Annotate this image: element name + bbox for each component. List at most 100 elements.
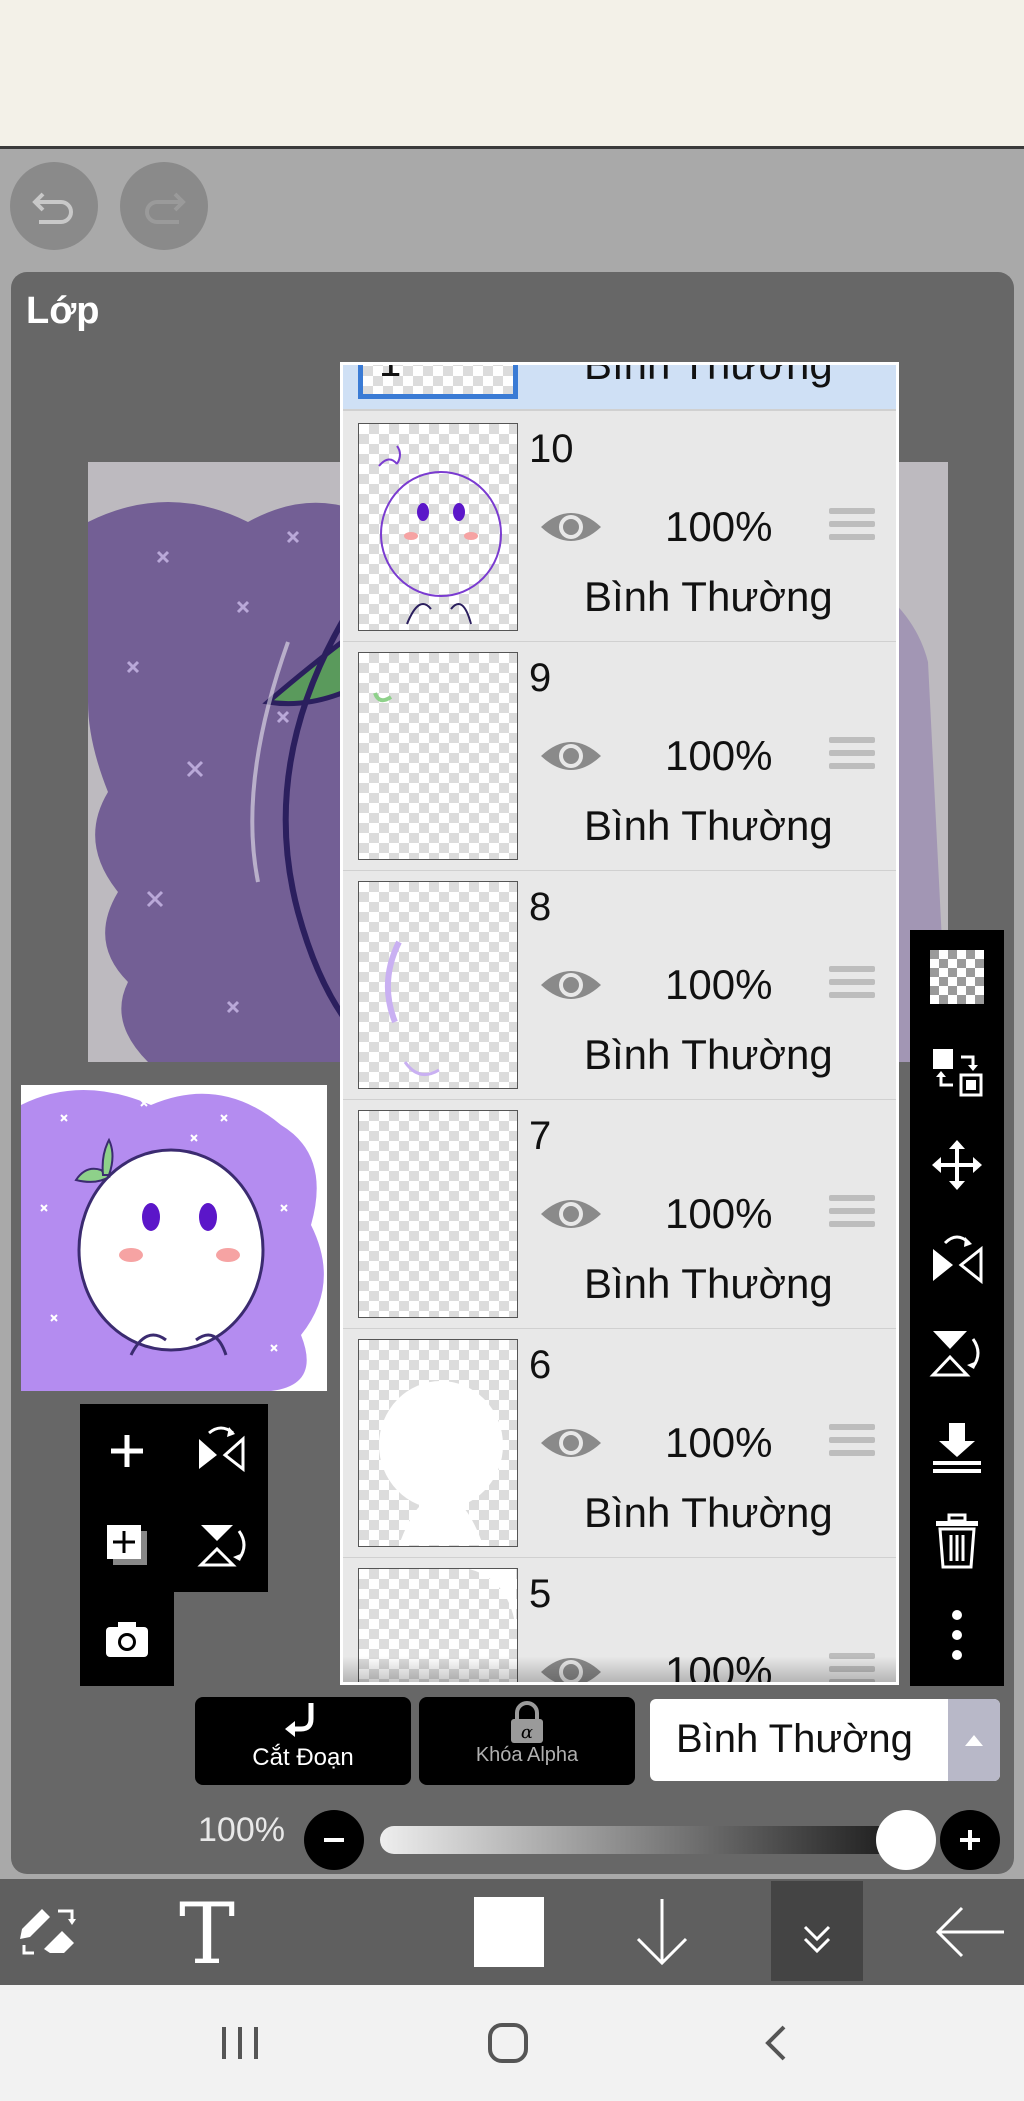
- trash-icon: [936, 1513, 978, 1569]
- transparency-button[interactable]: [910, 930, 1004, 1024]
- more-options-button[interactable]: [910, 1588, 1004, 1682]
- flip-vertical-icon: [197, 1525, 246, 1567]
- layer-row[interactable]: 6 100% Bình Thường: [343, 1329, 896, 1559]
- canvas-thumbnail: [21, 1085, 327, 1391]
- eye-icon[interactable]: [538, 963, 604, 1007]
- layer-blend-mode: Bình Thường: [584, 362, 833, 388]
- clipping-label: Cắt Đoạn: [252, 1744, 354, 1771]
- layer-list[interactable]: 1 Bình Thường 10 100% Bình Thường 9 100%…: [340, 362, 899, 1685]
- layer-thumbnail: [358, 1110, 518, 1318]
- layer-row[interactable]: 9 100% Bình Thường: [343, 642, 896, 872]
- layer-thumbnail-art: [378, 445, 502, 625]
- opacity-slider-knob[interactable]: [876, 1810, 936, 1870]
- home-button[interactable]: [486, 2021, 530, 2070]
- merge-down-icon: [933, 1423, 981, 1473]
- opacity-slider-track[interactable]: [380, 1826, 902, 1854]
- blend-mode-select[interactable]: Bình Thường: [650, 1699, 1000, 1781]
- layer-thumbnail: [358, 1339, 518, 1547]
- move-icon: [932, 1140, 982, 1190]
- layer-blend-mode: Bình Thường: [584, 1489, 833, 1536]
- color-swatch-button[interactable]: [474, 1897, 544, 1967]
- bottom-toolbar: T: [0, 1879, 1024, 1985]
- flip-horizontal-icon: [199, 1426, 245, 1473]
- swap-icon: [933, 1049, 983, 1097]
- text-icon: T: [179, 1885, 235, 1983]
- list-scroll-shadow: [343, 1656, 896, 1682]
- opacity-increase-button[interactable]: [940, 1810, 1000, 1870]
- more-vertical-icon: [952, 1610, 962, 1660]
- layer-number: 7: [529, 1114, 552, 1158]
- blend-mode-dropdown[interactable]: [948, 1699, 1000, 1781]
- recent-apps-icon: [222, 2027, 258, 2059]
- blend-mode-value: Bình Thường: [676, 1717, 913, 1761]
- arrow-down-icon: [636, 1899, 688, 1966]
- layer-blend-mode: Bình Thường: [584, 1031, 833, 1078]
- flip-vertical-button[interactable]: [910, 1306, 1004, 1400]
- svg-text:α: α: [521, 1722, 533, 1743]
- layer-thumbnail: [358, 652, 518, 860]
- swap-layers-button[interactable]: [910, 1024, 1004, 1118]
- delete-layer-button[interactable]: [910, 1494, 1004, 1588]
- layer-number: 10: [529, 427, 574, 471]
- redo-button[interactable]: [120, 162, 208, 250]
- duplicate-layer-icon: [107, 1525, 147, 1565]
- clipping-icon: [285, 1703, 314, 1737]
- eraser-toggle-button[interactable]: [14, 1899, 90, 1965]
- layer-row[interactable]: 7 100% Bình Thường: [343, 1100, 896, 1330]
- layer-row[interactable]: 8 100% Bình Thường: [343, 871, 896, 1101]
- duplicate-layer-button[interactable]: [80, 1498, 174, 1592]
- clipping-button[interactable]: Cắt Đoạn: [195, 1697, 411, 1785]
- layer-row[interactable]: 10 100% Bình Thường: [343, 413, 896, 643]
- recent-apps-button[interactable]: [218, 2023, 262, 2068]
- eye-icon[interactable]: [538, 734, 604, 778]
- drag-handle-icon[interactable]: [829, 1424, 875, 1463]
- layer-number: 8: [529, 885, 552, 929]
- drag-handle-icon[interactable]: [829, 1195, 875, 1234]
- drag-handle-icon[interactable]: [829, 737, 875, 776]
- plus-icon: [960, 1830, 980, 1850]
- pen-eraser-icon: [20, 1909, 76, 1955]
- layer-menu-button[interactable]: [771, 1881, 863, 1981]
- flip-horizontal-icon: [933, 1235, 983, 1285]
- move-layer-button[interactable]: [910, 1118, 1004, 1212]
- layer-thumbnail: [358, 881, 518, 1089]
- checkerboard-icon: [930, 950, 984, 1004]
- flip-layer-button[interactable]: [174, 1404, 268, 1498]
- layer-right-tools: [910, 930, 1004, 1686]
- eye-icon[interactable]: [538, 1421, 604, 1465]
- opacity-decrease-button[interactable]: [304, 1810, 364, 1870]
- add-layer-button[interactable]: [80, 1404, 174, 1498]
- eye-icon[interactable]: [538, 505, 604, 549]
- layer-blend-mode: Bình Thường: [584, 1260, 833, 1307]
- undo-icon: [32, 192, 73, 224]
- alpha-lock-button[interactable]: α Khóa Alpha: [419, 1697, 635, 1785]
- drag-handle-icon[interactable]: [829, 508, 875, 547]
- layer-thumbnail: [358, 423, 518, 631]
- layer-number: 5: [529, 1572, 552, 1616]
- system-navigation-bar: [0, 1985, 1024, 2101]
- layer-thumbnail-art: [379, 1381, 503, 1545]
- svg-text:T: T: [179, 1887, 235, 1977]
- flip-vertical-button[interactable]: [174, 1498, 268, 1592]
- lock-icon: α: [511, 1701, 543, 1743]
- eye-icon[interactable]: [538, 1192, 604, 1236]
- chevron-up-icon: [965, 1735, 983, 1746]
- merge-down-button[interactable]: [910, 1400, 1004, 1494]
- minus-icon: [324, 1838, 344, 1842]
- layer-opacity: 100%: [665, 1419, 773, 1466]
- double-chevron-down-icon: [803, 1925, 831, 1954]
- layer-row-selected[interactable]: 1 Bình Thường: [343, 362, 896, 411]
- text-tool-button[interactable]: T: [172, 1885, 242, 1983]
- move-down-button[interactable]: [628, 1893, 696, 1973]
- undo-button[interactable]: [10, 162, 98, 250]
- alpha-lock-label: Khóa Alpha: [475, 1744, 579, 1766]
- flip-horizontal-button[interactable]: [910, 1212, 1004, 1306]
- system-back-button[interactable]: [760, 2023, 790, 2068]
- camera-button[interactable]: [80, 1592, 174, 1686]
- back-button[interactable]: [930, 1899, 1010, 1965]
- drag-handle-icon[interactable]: [829, 966, 875, 1005]
- home-icon: [488, 2023, 528, 2063]
- layer-thumbnail-art: [384, 940, 440, 1076]
- plus-icon: [111, 1435, 143, 1467]
- layer-number: 1: [379, 362, 402, 385]
